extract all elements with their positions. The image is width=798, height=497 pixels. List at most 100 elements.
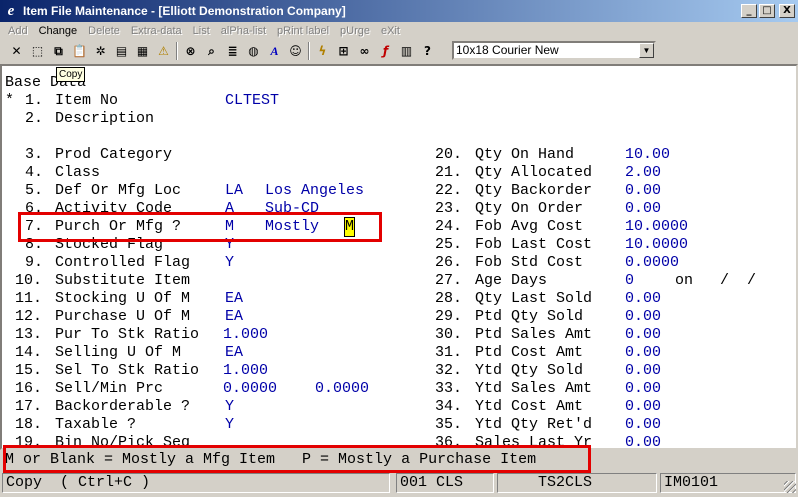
field-value: 0.0000	[625, 254, 680, 271]
field-label: Ytd Qty Sold	[475, 362, 584, 379]
status-action: Copy ( Ctrl+C )	[2, 473, 390, 493]
field-number: 16.	[15, 380, 43, 397]
lightning-icon[interactable]: ϟ	[312, 41, 333, 61]
help-icon[interactable]: ?	[417, 41, 438, 61]
minimize-button[interactable]: _	[741, 4, 757, 18]
field-number: 9.	[25, 254, 44, 271]
field-label: Qty On Order	[475, 200, 584, 217]
macro-icon[interactable]: ⊞	[333, 41, 354, 61]
field-extra: Los Angeles	[265, 182, 365, 199]
field-label: Qty Allocated	[475, 164, 593, 181]
menu-delete[interactable]: Delete	[88, 25, 120, 37]
select-icon[interactable]: ⬚	[27, 41, 48, 61]
field-label: Qty Last Sold	[475, 290, 593, 307]
page-icon[interactable]: ▤	[111, 41, 132, 61]
field-label: Ptd Qty Sold	[475, 308, 584, 325]
binoculars-icon[interactable]: ⊗	[180, 41, 201, 61]
font-select-value: 10x18 Courier New	[456, 43, 559, 57]
field-value: 0.00	[625, 416, 662, 433]
field-number: 1.	[25, 92, 44, 109]
field-label: Purchase U Of M	[55, 308, 191, 325]
highlight-box-field-7	[18, 212, 382, 242]
field-label: Ytd Qty Ret'd	[475, 416, 593, 433]
field-label: Selling U Of M	[55, 344, 182, 361]
window-title: Item File Maintenance - [Elliott Demonst…	[23, 4, 346, 18]
menu-print-label[interactable]: pRint label	[277, 25, 329, 37]
menu-alpha-list[interactable]: alPha-list	[221, 25, 266, 37]
menu-exit[interactable]: eXit	[381, 25, 400, 37]
field-number: 5.	[25, 182, 44, 199]
field-number: 3.	[25, 146, 44, 163]
link-icon[interactable]: ∞	[354, 41, 375, 61]
color-icon[interactable]: ◍	[243, 41, 264, 61]
field-value: LA	[225, 182, 244, 199]
menu-purge[interactable]: pUrge	[340, 25, 370, 37]
field-value: Y	[225, 416, 235, 433]
field-number: 2.	[25, 110, 44, 127]
paste-icon[interactable]: 📋	[69, 41, 90, 61]
field-number: 34.	[435, 398, 463, 415]
field-number: 32.	[435, 362, 463, 379]
field-label: Qty On Hand	[475, 146, 575, 163]
close-button[interactable]: X	[779, 4, 795, 18]
field-number: 10.	[15, 272, 43, 289]
copy-icon[interactable]: ⧉	[48, 41, 69, 61]
copy-tooltip: Copy	[56, 67, 86, 82]
maximize-button[interactable]: □	[759, 4, 775, 18]
report-icon[interactable]: ▥	[396, 41, 417, 61]
field-value: 0.00	[625, 308, 662, 325]
chevron-down-icon[interactable]: ▼	[639, 43, 654, 58]
menu-extra-data[interactable]: Extra-data	[131, 25, 182, 37]
font-icon[interactable]: A	[264, 41, 285, 61]
field-number: 29.	[435, 308, 463, 325]
field-value: EA	[225, 290, 244, 307]
resize-grip-icon[interactable]	[784, 481, 796, 493]
field-value: 10.0000	[625, 218, 689, 235]
field-number: 27.	[435, 272, 463, 289]
notes-icon[interactable]: ≣	[222, 41, 243, 61]
settings-icon[interactable]: ✲	[90, 41, 111, 61]
field-label: Prod Category	[55, 146, 173, 163]
field-value: 0.00	[625, 326, 662, 343]
toolbar-separator	[176, 42, 178, 60]
field-number: 25.	[435, 236, 463, 253]
field-label: Ptd Cost Amt	[475, 344, 584, 361]
field-extra: 0.0000	[315, 380, 370, 397]
field-number: 17.	[15, 398, 43, 415]
field-label: Qty Backorder	[475, 182, 593, 199]
font-size-select[interactable]: 10x18 Courier New ▼	[452, 41, 656, 60]
field-number: 14.	[15, 344, 43, 361]
title-bar: e Item File Maintenance - [Elliott Demon…	[0, 0, 798, 22]
field-label: Ptd Sales Amt	[475, 326, 593, 343]
field-value: Y	[225, 398, 235, 415]
field-value: 0.00	[625, 434, 662, 450]
zoom-icon[interactable]: ⌕	[201, 41, 222, 61]
field-label: Substitute Item	[55, 272, 191, 289]
field-value: 0.00	[625, 380, 662, 397]
menu-bar: Add Change Delete Extra-data List alPha-list p…	[0, 22, 798, 40]
field-extra: on / /	[675, 272, 757, 289]
field-label: Fob Avg Cost	[475, 218, 584, 235]
field-value: 0.00	[625, 362, 662, 379]
field-value: CLTEST	[225, 92, 280, 109]
toolbar-separator	[308, 42, 310, 60]
field-label: Fob Last Cost	[475, 236, 593, 253]
field-label: Fob Std Cost	[475, 254, 584, 271]
terminal-screen[interactable]: Base Data * 1. Item No CLTEST 2. Description 3…	[0, 64, 798, 450]
field-value: 0	[625, 272, 635, 289]
menu-change[interactable]: Change	[39, 25, 78, 37]
field-value: 1.000	[223, 326, 269, 343]
menu-list[interactable]: List	[193, 25, 210, 37]
cancel-icon[interactable]: ✕	[6, 41, 27, 61]
calendar-icon[interactable]: ▦	[132, 41, 153, 61]
user-icon[interactable]: ☺	[285, 41, 306, 61]
menu-add[interactable]: Add	[8, 25, 28, 37]
field-number: 12.	[15, 308, 43, 325]
elliott-e-icon: e	[7, 3, 15, 19]
function-icon[interactable]: ƒ	[375, 41, 396, 61]
field-value: Y	[225, 254, 235, 271]
field-label: Ytd Cost Amt	[475, 398, 584, 415]
field-value: 2.00	[625, 164, 662, 181]
warning-icon[interactable]: ⚠	[153, 41, 174, 61]
field-value: 0.00	[625, 344, 662, 361]
